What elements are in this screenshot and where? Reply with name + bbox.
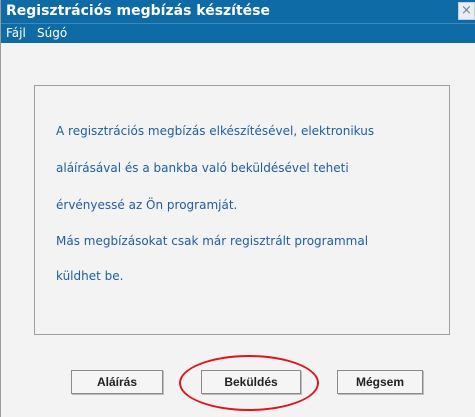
dialog-window: Regisztrációs megbízás készítése × Fájl … — [0, 0, 475, 417]
menu-item-help[interactable]: Súgó — [37, 26, 67, 40]
info-text-line: Más megbízásokat csak már regisztrált pr… — [56, 234, 369, 248]
window-title: Regisztrációs megbízás készítése — [6, 3, 270, 19]
info-text-line: küldhet be. — [56, 269, 124, 283]
info-text-line: aláírásával és a bankba való beküldéséve… — [56, 161, 349, 175]
title-bar[interactable]: Regisztrációs megbízás készítése × — [1, 0, 475, 23]
info-panel: A regisztrációs megbízás elkészítésével,… — [34, 85, 450, 335]
close-icon[interactable]: × — [458, 2, 475, 20]
info-text-line: érvényessé az Ön programját. — [56, 198, 238, 212]
cancel-button[interactable]: Mégsem — [337, 370, 423, 394]
sign-button[interactable]: Aláírás — [71, 370, 163, 394]
menu-bar: Fájl Súgó — [1, 23, 475, 43]
send-button[interactable]: Beküldés — [201, 370, 301, 394]
menu-item-file[interactable]: Fájl — [6, 26, 26, 40]
info-text-line: A regisztrációs megbízás elkészítésével,… — [56, 124, 375, 138]
